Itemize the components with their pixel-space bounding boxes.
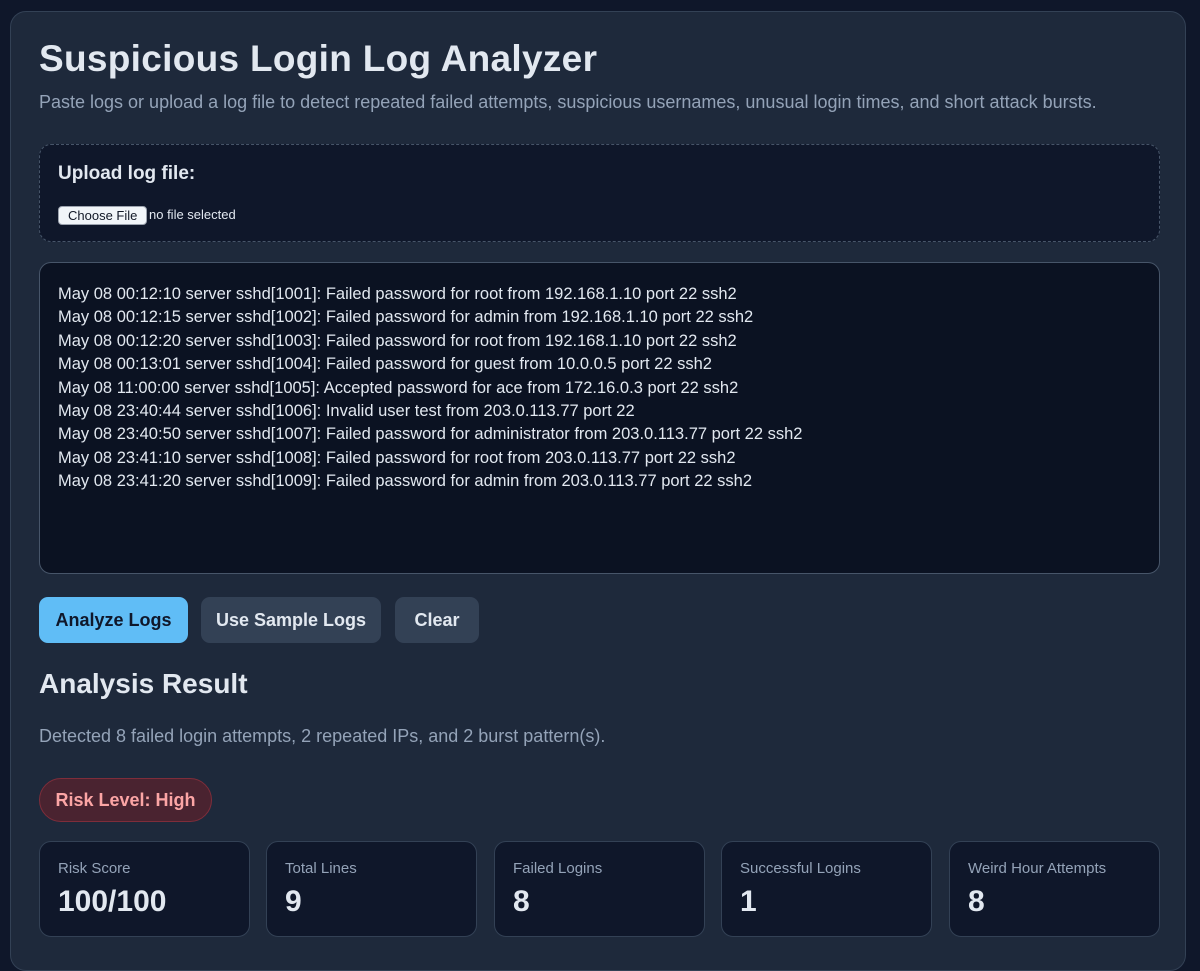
stat-label: Total Lines	[285, 860, 357, 877]
log-line: May 08 23:40:50 server sshd[1007]: Faile…	[58, 425, 803, 444]
stat-card-successful-logins: Successful Logins 1	[721, 841, 932, 937]
log-line: May 08 00:13:01 server sshd[1004]: Faile…	[58, 355, 712, 374]
stat-card-weird-hour-attempts: Weird Hour Attempts 8	[949, 841, 1160, 937]
log-line: May 08 23:40:44 server sshd[1006]: Inval…	[58, 402, 635, 421]
log-input-textarea[interactable]: May 08 00:12:10 server sshd[1001]: Faile…	[39, 262, 1160, 574]
stat-label: Successful Logins	[740, 860, 861, 877]
stat-card-total-lines: Total Lines 9	[266, 841, 477, 937]
analyzer-panel: Suspicious Login Log Analyzer Paste logs…	[10, 11, 1186, 971]
stat-value: 1	[740, 885, 757, 918]
log-line: May 08 11:00:00 server sshd[1005]: Accep…	[58, 378, 739, 397]
log-line: May 08 23:41:10 server sshd[1008]: Faile…	[58, 448, 736, 467]
file-status: no file selected	[149, 207, 236, 222]
upload-section: Upload log file: Choose File no file sel…	[39, 144, 1160, 242]
result-summary: Detected 8 failed login attempts, 2 repe…	[39, 726, 606, 746]
log-line: May 08 00:12:20 server sshd[1003]: Faile…	[58, 331, 737, 350]
upload-label: Upload log file:	[58, 163, 196, 184]
result-heading: Analysis Result	[39, 668, 248, 699]
choose-file-button[interactable]: Choose File	[58, 206, 148, 225]
analyze-logs-button[interactable]: Analyze Logs	[39, 597, 188, 643]
stat-card-failed-logins: Failed Logins 8	[494, 841, 705, 937]
log-line: May 08 00:12:10 server sshd[1001]: Faile…	[58, 285, 737, 303]
stat-label: Weird Hour Attempts	[968, 860, 1107, 877]
log-line: May 08 00:12:15 server sshd[1002]: Faile…	[58, 308, 754, 327]
risk-level-badge: Risk Level: High	[39, 778, 212, 822]
page-title: Suspicious Login Log Analyzer	[39, 38, 598, 79]
clear-button[interactable]: Clear	[395, 597, 479, 643]
stat-label: Risk Score	[58, 860, 131, 877]
stat-value: 100/100	[58, 885, 167, 918]
stat-value: 9	[285, 885, 302, 918]
use-sample-logs-button[interactable]: Use Sample Logs	[201, 597, 381, 643]
page-subtitle: Paste logs or upload a log file to detec…	[39, 92, 1097, 112]
log-line: May 08 23:41:20 server sshd[1009]: Faile…	[58, 472, 753, 491]
stat-value: 8	[968, 885, 985, 918]
stat-value: 8	[513, 885, 530, 918]
stat-label: Failed Logins	[513, 860, 603, 877]
stat-card-risk-score: Risk Score 100/100	[39, 841, 250, 937]
